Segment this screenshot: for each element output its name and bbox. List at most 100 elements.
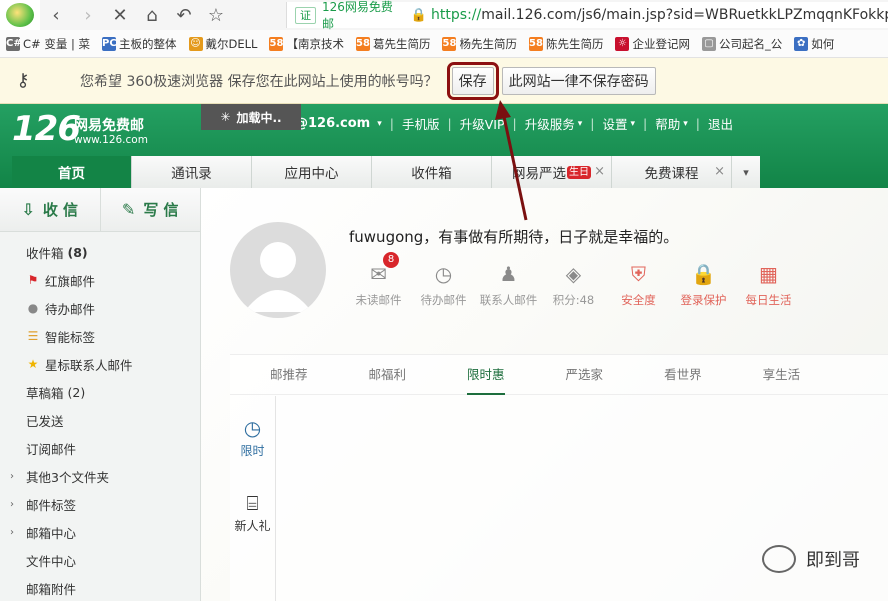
download-icon: ⇩	[21, 200, 35, 219]
bookmark-item[interactable]: ▢ 公司起名_公	[696, 36, 788, 52]
profile-stat[interactable]: ♟ 联系人邮件	[476, 260, 541, 308]
profile-stat[interactable]: ◈ 积分:48	[541, 260, 606, 308]
category-icon: ⌸	[246, 491, 259, 515]
sidebar-item[interactable]: › 邮件标签	[0, 490, 200, 518]
bookmark-item[interactable]: 58 【南京技术	[263, 36, 350, 52]
mail-tab[interactable]: 免费课程 ×	[612, 156, 732, 188]
promo-category[interactable]: ◷ 限时	[230, 416, 275, 459]
top-link[interactable]: 手机版	[402, 114, 440, 133]
browser-toolbar: ‹ › ✕ ⌂ ↶ ☆ 证 126网易免费邮 🔒 https://mail.12…	[0, 0, 888, 31]
stat-icon: ◈	[565, 262, 582, 286]
wechat-icon	[762, 545, 796, 573]
site-badge: 126网易免费邮	[322, 0, 393, 31]
bookmark-label: 如何	[811, 36, 835, 51]
sidebar-item[interactable]: ● 待办邮件	[0, 294, 200, 322]
address-bar[interactable]: 证 126网易免费邮 🔒 https://mail.126.com/js6/ma…	[286, 0, 888, 31]
bookmark-label: 企业登记网	[632, 36, 690, 51]
expand-icon: ›	[10, 470, 14, 482]
bookmark-icon: 58	[355, 36, 370, 51]
url-text[interactable]: https://mail.126.com/js6/main.jsp?sid=WB…	[431, 7, 888, 23]
lock-icon: 🔒	[410, 7, 428, 23]
sidebar-item[interactable]: ☰ 智能标签	[0, 322, 200, 350]
bookmark-item[interactable]: 58 葛先生简历	[350, 36, 437, 52]
bookmark-label: C# 变量 | 菜	[23, 36, 91, 51]
avatar[interactable]	[230, 222, 326, 318]
profile-stat[interactable]: ⛨ 安全度	[606, 260, 671, 308]
close-icon[interactable]: ✕	[104, 0, 136, 30]
bookmark-icon: ▢	[701, 36, 716, 51]
edit-icon: ✎	[121, 200, 136, 219]
stat-icon: ♟	[499, 262, 518, 286]
promo-tab[interactable]: 邮推荐	[270, 355, 308, 395]
birthday-badge: 生日	[567, 165, 591, 179]
promo-category[interactable]: ⌸ 新人礼	[230, 491, 275, 534]
password-message: 您希望 360极速浏览器 保存您在此网站上使用的帐号吗？	[80, 73, 438, 90]
sidebar-item[interactable]: › 邮箱中心	[0, 518, 200, 546]
sidebar-item[interactable]: 邮箱附件	[0, 574, 200, 601]
receive-button[interactable]: ⇩ 收 信	[0, 188, 101, 231]
bookmark-item[interactable]: 58 陈先生简历	[523, 36, 610, 52]
mail-tab[interactable]: 收件箱	[372, 156, 492, 188]
sidebar-item[interactable]: 已发送	[0, 406, 200, 434]
top-link[interactable]: 退出	[708, 114, 733, 133]
sidebar-item[interactable]: ⚑ 红旗邮件	[0, 266, 200, 294]
star-icon[interactable]: ☆	[200, 0, 232, 30]
promo-tab[interactable]: 限时惠	[467, 355, 505, 395]
top-link[interactable]: 升级服务	[525, 114, 575, 133]
sidebar-item[interactable]: 草稿箱 (2)	[0, 378, 200, 406]
tab-close-icon[interactable]: ×	[714, 164, 725, 179]
sidebar-item[interactable]: 文件中心	[0, 546, 200, 574]
profile-stat[interactable]: ◷ 待办邮件	[411, 260, 476, 308]
profile-stat[interactable]: ▦ 每日生活	[736, 260, 801, 308]
home-icon[interactable]: ⌂	[136, 0, 168, 30]
mail-logo[interactable]: 126 网易免费邮 www.126.com	[12, 112, 148, 146]
bookmark-label: 【南京技术	[286, 36, 344, 51]
promo-tab[interactable]: 严选家	[566, 355, 604, 395]
bookmark-item[interactable]: ✿ 如何	[788, 36, 840, 52]
bookmark-label: 公司起名_公	[718, 36, 783, 51]
bookmark-item[interactable]: 58 杨先生简历	[436, 36, 523, 52]
sidebar-item[interactable]: ★ 星标联系人邮件	[0, 350, 200, 378]
tab-close-icon[interactable]: ×	[594, 164, 605, 179]
profile-stat[interactable]: ✉ 未读邮件 8	[346, 252, 411, 308]
forward-icon[interactable]: ›	[72, 0, 104, 30]
profile-stat[interactable]: 🔒 登录保护	[671, 260, 736, 308]
mail-tab[interactable]: 网易严选 生日 ×	[492, 156, 612, 188]
undo-icon[interactable]: ↶	[168, 0, 200, 30]
top-link[interactable]: 帮助	[655, 114, 680, 133]
tab-more-icon[interactable]: ▾	[732, 156, 760, 188]
sidebar-item[interactable]: › 其他3个文件夹	[0, 462, 200, 490]
promo-tab[interactable]: 看世界	[664, 355, 702, 395]
write-button[interactable]: ✎ 写 信	[101, 188, 201, 231]
sidebar-item[interactable]: 订阅邮件	[0, 434, 200, 462]
bookmark-icon: ☺	[188, 36, 203, 51]
main-content: fuwugong，有事做有所期待，日子就是幸福的。 ✉ 未读邮件 8 ◷ 待办邮件 ♟ 联系…	[201, 188, 888, 601]
mail-tab[interactable]: 应用中心	[252, 156, 372, 188]
top-link[interactable]: 设置	[602, 114, 627, 133]
promo-tab[interactable]: 享生活	[763, 355, 801, 395]
bookmark-label: 主板的整体	[119, 36, 177, 51]
folder-icon: ☰	[27, 329, 39, 343]
bookmark-label: 戴尔DELL	[205, 36, 258, 51]
bookmark-label: 陈先生简历	[545, 36, 604, 51]
expand-icon: ›	[10, 498, 14, 510]
bookmark-item[interactable]: PC 主板的整体	[96, 36, 183, 52]
promo-tab[interactable]: 邮福利	[369, 355, 407, 395]
top-link[interactable]: 升级VIP	[460, 114, 505, 133]
bookmark-item[interactable]: ☼ 企业登记网	[609, 36, 696, 52]
stat-icon: ✉	[370, 262, 387, 286]
mail-tab[interactable]: 通讯录	[132, 156, 252, 188]
bookmark-item[interactable]: ☺ 戴尔DELL	[183, 36, 264, 52]
never-save-button[interactable]: 此网站一律不保存密码	[501, 66, 656, 95]
sidebar-item[interactable]: 收件箱 (8)	[0, 238, 200, 266]
back-icon[interactable]: ‹	[40, 0, 72, 30]
folder-icon: ●	[27, 301, 39, 315]
mail-tab[interactable]: 首页	[12, 156, 132, 188]
save-password-button[interactable]: 保存	[446, 61, 499, 100]
bookmark-icon: 58	[269, 36, 284, 51]
stat-icon: ⛨	[631, 262, 646, 286]
watermark: 即到哥	[762, 545, 860, 573]
bookmark-item[interactable]: C# C# 变量 | 菜	[0, 36, 96, 52]
key-icon: ⚷	[16, 70, 30, 91]
bookmark-icon: 58	[528, 36, 543, 51]
